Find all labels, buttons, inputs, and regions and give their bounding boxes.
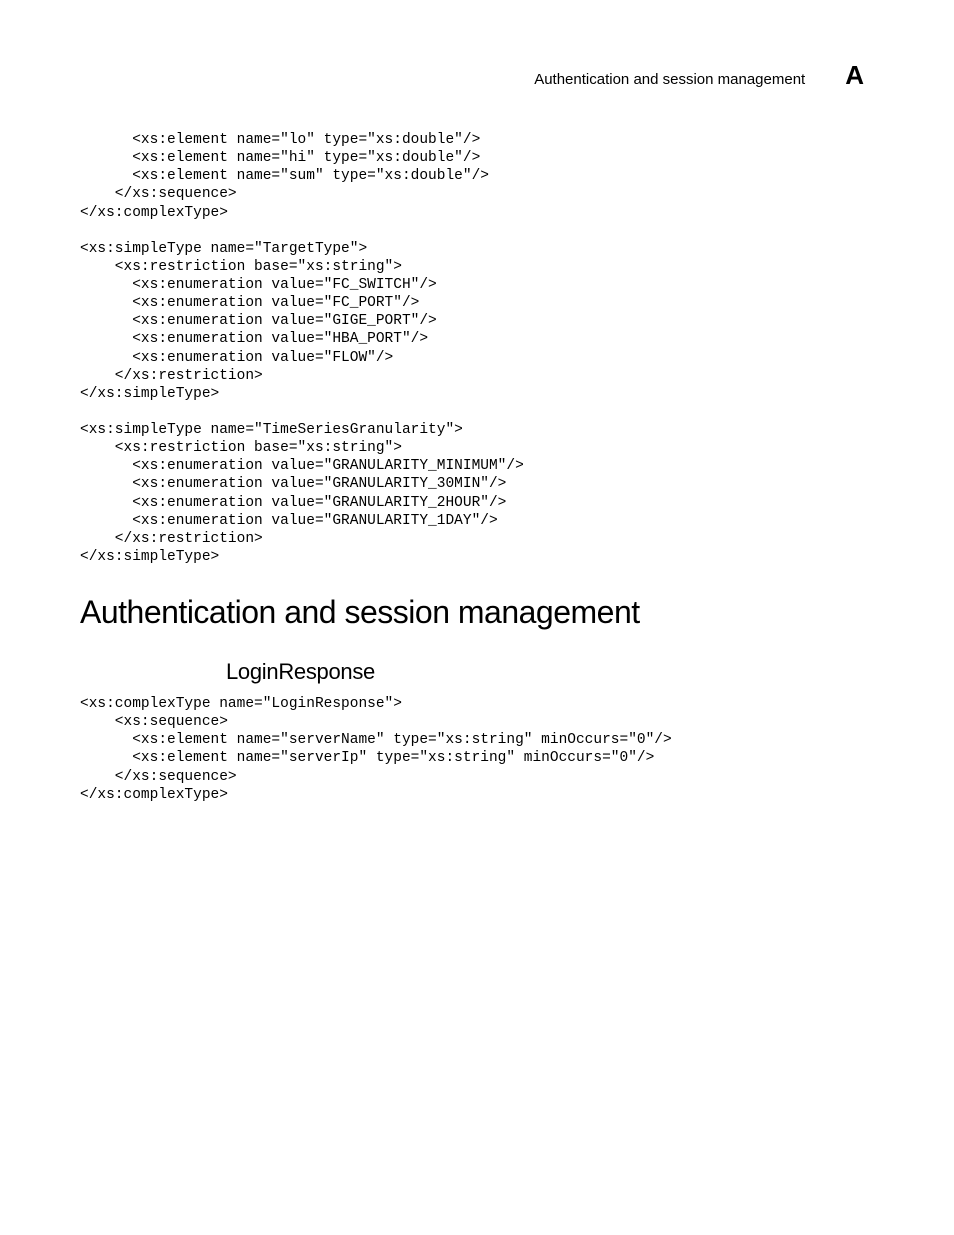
page-container: Authentication and session management A … <box>0 0 954 888</box>
subsection-heading: LoginResponse <box>226 659 874 685</box>
header-title: Authentication and session management <box>534 71 805 88</box>
page-header: Authentication and session management A <box>80 60 874 91</box>
header-chapter-letter: A <box>845 60 864 91</box>
section-heading: Authentication and session management <box>80 594 874 631</box>
code-block-2: <xs:complexType name="LoginResponse"> <x… <box>80 695 874 804</box>
code-block-1: <xs:element name="lo" type="xs:double"/>… <box>80 131 874 566</box>
